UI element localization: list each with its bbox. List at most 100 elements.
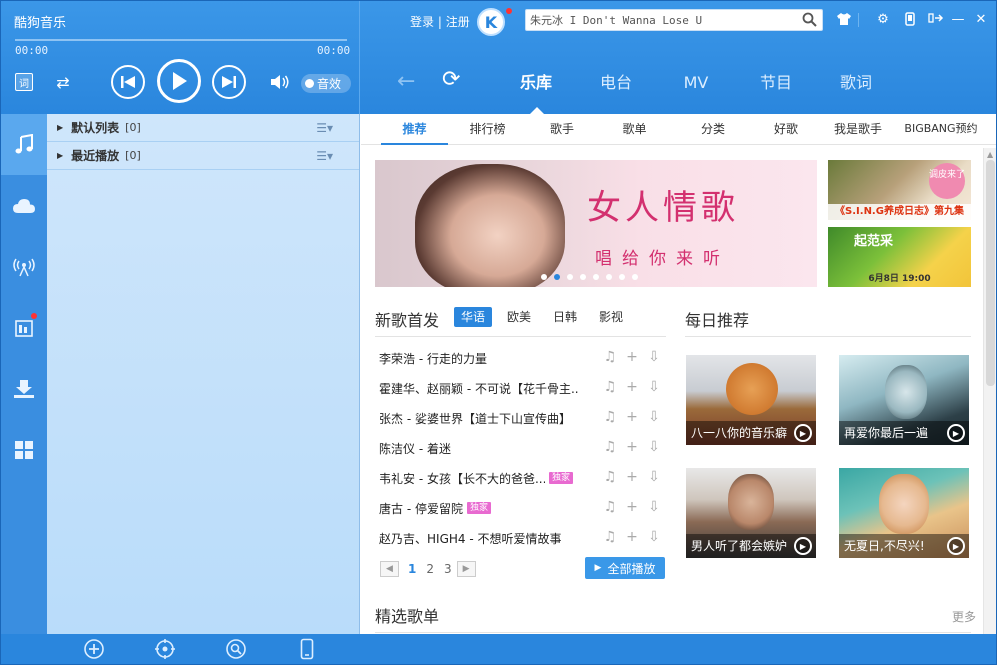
locate-icon[interactable] (153, 638, 177, 662)
banner-dot[interactable] (554, 274, 560, 280)
download-icon[interactable]: ⇩ (646, 439, 662, 455)
song-row[interactable]: 霍建华、赵丽颖 - 不可说【花千骨主... ♫ + ⇩ (375, 373, 666, 403)
playlist-menu-icon[interactable]: ☰▾ (316, 149, 333, 163)
page-number[interactable]: 2 (426, 562, 434, 576)
banner-dot[interactable] (593, 274, 599, 280)
page-number[interactable]: 3 (444, 562, 452, 576)
song-row[interactable]: 陈洁仪 - 着迷 ♫ + ⇩ (375, 433, 666, 463)
listen-icon[interactable]: ♫ (602, 379, 618, 395)
tab-mv[interactable]: MV (656, 63, 736, 114)
song-row[interactable]: 韦礼安 - 女孩【长不大的爸爸... 独家 ♫ + ⇩ (375, 463, 666, 493)
scroll-thumb[interactable] (986, 160, 995, 386)
back-arrow-icon[interactable]: ← (397, 69, 415, 94)
song-row[interactable]: 李荣浩 - 行走的力量 ♫ + ⇩ (375, 343, 666, 373)
subtab-singers[interactable]: 歌手 (527, 114, 597, 145)
tab-western[interactable]: 欧美 (500, 307, 538, 327)
sidebar-item-local[interactable] (1, 297, 47, 358)
scroll-up-icon[interactable]: ▲ (987, 150, 993, 159)
download-icon[interactable]: ⇩ (646, 529, 662, 545)
add-icon[interactable]: + (624, 439, 640, 455)
add-icon[interactable]: + (624, 349, 640, 365)
side-promo-thumb[interactable]: 调皮来了 《S.I.N.G养成日志》第九集 (828, 160, 971, 220)
play-button[interactable] (157, 59, 201, 103)
listen-icon[interactable]: ♫ (602, 409, 618, 425)
banner-dot[interactable] (541, 274, 547, 280)
sidebar-item-broadcast[interactable] (1, 236, 47, 297)
daily-card[interactable]: 无夏日,不尽兴! ▶ (839, 468, 969, 558)
download-icon[interactable]: ⇩ (646, 469, 662, 485)
playlist-row[interactable]: ▶ 默认列表 [0] ☰▾ (47, 114, 359, 142)
close-icon[interactable]: ✕ (973, 12, 989, 27)
tab-radio[interactable]: 电台 (576, 63, 656, 114)
add-icon[interactable]: + (624, 409, 640, 425)
play-all-button[interactable]: ▶ 全部播放 (585, 557, 665, 579)
phone-icon[interactable] (295, 638, 319, 662)
download-icon[interactable]: ⇩ (646, 379, 662, 395)
minimize-icon[interactable]: — (950, 12, 966, 27)
side-promo-thumb[interactable]: 起范采 6月8日 19:00 (828, 227, 971, 287)
refresh-icon[interactable]: ⟳ (442, 67, 460, 92)
add-icon[interactable]: + (624, 529, 640, 545)
sidebar-item-apps[interactable] (1, 419, 47, 480)
listen-icon[interactable]: ♫ (602, 529, 618, 545)
playlist-menu-icon[interactable]: ☰▾ (316, 121, 333, 135)
add-icon[interactable]: + (624, 469, 640, 485)
next-button[interactable] (212, 65, 246, 99)
tab-lyrics[interactable]: 歌词 (816, 63, 896, 114)
expand-arrow-icon[interactable]: ▶ (57, 123, 63, 132)
subtab-recommend[interactable]: 推荐 (381, 114, 448, 145)
login-link[interactable]: 登录 (410, 15, 434, 29)
subtab-good-songs[interactable]: 好歌 (754, 114, 818, 145)
banner-dot[interactable] (580, 274, 586, 280)
register-link[interactable]: 注册 (446, 15, 470, 29)
search-icon[interactable] (802, 12, 817, 31)
play-circle-icon[interactable]: ▶ (947, 537, 965, 555)
banner-dot[interactable] (619, 274, 625, 280)
tab-japanese-korean[interactable]: 日韩 (546, 307, 584, 327)
add-icon[interactable]: + (624, 379, 640, 395)
subtab-bigbang[interactable]: BIGBANG预约 (898, 114, 984, 145)
add-circle-icon[interactable] (82, 638, 106, 662)
tab-film-tv[interactable]: 影视 (592, 307, 630, 327)
prev-page-button[interactable]: ◀ (380, 561, 399, 577)
listen-icon[interactable]: ♫ (602, 469, 618, 485)
listen-icon[interactable]: ♫ (602, 349, 618, 365)
search-circle-icon[interactable] (224, 638, 248, 662)
playlist-row[interactable]: ▶ 最近播放 [0] ☰▾ (47, 142, 359, 170)
kugou-logo-icon[interactable]: K (477, 8, 505, 36)
tab-library[interactable]: 乐库 (496, 63, 576, 114)
subtab-playlists[interactable]: 歌单 (597, 114, 672, 145)
sidebar-item-music[interactable] (1, 114, 47, 175)
download-icon[interactable]: ⇩ (646, 409, 662, 425)
gear-icon[interactable]: ⚙ (875, 12, 891, 27)
mini-mode-icon[interactable] (928, 12, 944, 28)
promo-banner[interactable]: 女人情歌 唱给你来听 (375, 160, 817, 287)
banner-dot[interactable] (606, 274, 612, 280)
banner-dot[interactable] (567, 274, 573, 280)
tab-chinese[interactable]: 华语 (454, 307, 493, 327)
download-icon[interactable]: ⇩ (646, 349, 662, 365)
daily-card[interactable]: 再爱你最后一遍 ▶ (839, 355, 969, 445)
volume-icon[interactable] (269, 73, 291, 91)
page-number[interactable]: 1 (408, 562, 416, 576)
play-circle-icon[interactable]: ▶ (794, 537, 812, 555)
previous-button[interactable] (111, 65, 145, 99)
skin-icon[interactable] (836, 12, 852, 30)
expand-arrow-icon[interactable]: ▶ (57, 151, 63, 160)
song-row[interactable]: 张杰 - 娑婆世界【道士下山宣传曲】 ♫ + ⇩ (375, 403, 666, 433)
lyric-button[interactable]: 词 (15, 73, 33, 91)
song-row[interactable]: 赵乃吉、HIGH4 - 不想听爱情故事 ♫ + ⇩ (375, 523, 666, 553)
mobile-icon[interactable] (902, 12, 918, 30)
sidebar-item-download[interactable] (1, 358, 47, 419)
daily-card[interactable]: 男人听了都会嫉妒 ▶ (686, 468, 816, 558)
play-circle-icon[interactable]: ▶ (947, 424, 965, 442)
add-icon[interactable]: + (624, 499, 640, 515)
next-page-button[interactable]: ▶ (456, 561, 476, 577)
sidebar-item-cloud[interactable] (1, 175, 47, 236)
listen-icon[interactable]: ♫ (602, 499, 618, 515)
search-input[interactable] (526, 10, 796, 30)
play-circle-icon[interactable]: ▶ (794, 424, 812, 442)
subtab-i-am-singer[interactable]: 我是歌手 (818, 114, 898, 145)
banner-dot[interactable] (632, 274, 638, 280)
more-link[interactable]: 更多 (952, 608, 976, 625)
